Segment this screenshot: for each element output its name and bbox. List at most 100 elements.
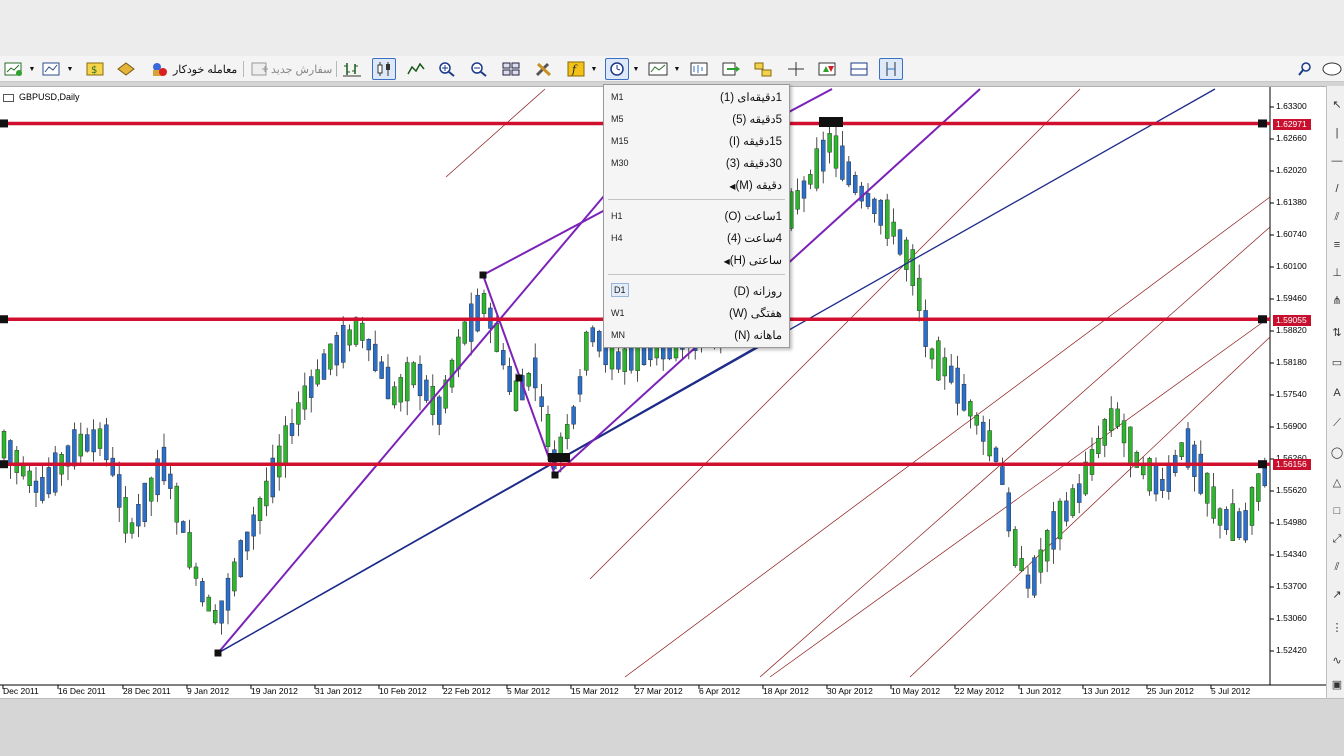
new-order-button[interactable]: سفارش جدید (268, 58, 335, 80)
text-icon[interactable]: A (1330, 386, 1344, 400)
chart-shift-icon[interactable] (687, 58, 711, 80)
bull-candle (481, 293, 487, 314)
time-tick-label: 19 Jan 2012 (251, 686, 298, 696)
equidistant-icon[interactable]: ⫽ (1330, 560, 1344, 574)
properties-icon[interactable] (532, 58, 556, 80)
auto-trading-icon[interactable] (147, 58, 171, 80)
buy-sell-icon[interactable] (815, 58, 839, 80)
bear-candle (437, 396, 442, 425)
wave-icon[interactable]: ∿ (1330, 654, 1344, 668)
menu-item-m30[interactable]: M30 30دقیقه (3) (605, 153, 788, 173)
label-icon[interactable]: ▣ (1330, 678, 1344, 692)
fibonacci-icon[interactable]: ≡ (1330, 238, 1344, 252)
price-tick-label: 1.58820 (1276, 325, 1307, 335)
pitchfork-icon[interactable]: ⋔ (1330, 294, 1344, 308)
bear-candle (1236, 511, 1242, 539)
menu-item-h1[interactable]: H1 1ساعت (O) (605, 206, 788, 226)
chevron-down-icon[interactable]: ▼ (672, 58, 682, 80)
bear-candle (1025, 574, 1031, 589)
chevron-down-icon[interactable]: ▼ (589, 58, 599, 80)
auto-trading-button[interactable]: معامله خودکار (170, 58, 240, 80)
autoscroll-icon[interactable] (719, 58, 743, 80)
bull-candle (206, 596, 212, 612)
triangle-icon[interactable]: △ (1330, 476, 1344, 490)
menu-item-m5[interactable]: M5 5دقیقه (5) (605, 109, 788, 129)
rectangle-icon[interactable]: ▭ (1330, 356, 1344, 370)
bear-candle (507, 365, 512, 393)
chat-icon[interactable] (1320, 58, 1344, 80)
channel-icon[interactable]: ⫽ (1330, 210, 1344, 224)
bear-candle (1064, 500, 1069, 522)
zoom-in-icon[interactable] (435, 58, 459, 80)
indicators-icon[interactable]: f (564, 58, 588, 80)
bull-candle (827, 133, 832, 153)
window-top-band (0, 0, 1344, 56)
regression-icon[interactable]: ⤢ (1330, 532, 1344, 546)
vertical-line-icon[interactable]: | (1330, 126, 1344, 140)
bear-candle (46, 467, 51, 495)
templates-icon[interactable] (646, 58, 670, 80)
bull-candle (328, 343, 333, 370)
menu-item-minutes-submenu[interactable]: دقیقه (M)◀ (605, 175, 788, 195)
period-separators-icon[interactable] (879, 58, 903, 80)
time-tick-label: 22 Feb 2012 (443, 686, 491, 696)
chevron-down-icon[interactable]: ▼ (631, 58, 641, 80)
menu-item-m1[interactable]: M1 1دقیقه‌ای (1) (605, 87, 788, 107)
line-anchor-handle (1258, 119, 1267, 128)
gann-icon[interactable]: ⊥ (1330, 266, 1344, 280)
arrow-icon[interactable]: ↗ (1330, 588, 1344, 602)
price-tick-label: 1.57540 (1276, 389, 1307, 399)
chevron-down-icon[interactable]: ▼ (65, 58, 75, 80)
navigator-icon[interactable] (114, 58, 138, 80)
bar-chart-icon[interactable] (340, 58, 364, 80)
crosshair-icon[interactable] (784, 58, 808, 80)
trendline-icon[interactable]: / (1330, 182, 1344, 196)
chevron-down-icon[interactable]: ▼ (27, 58, 37, 80)
bull-candle (353, 317, 359, 345)
time-tick-label: 10 May 2012 (891, 686, 941, 696)
search-icon[interactable] (1293, 58, 1317, 80)
menu-item-d1[interactable]: D1 روزانه (D) (605, 281, 788, 301)
candlestick-icon[interactable] (372, 58, 396, 80)
fibo-fan-icon[interactable]: ⟋ (1330, 416, 1344, 430)
time-tick-label: 22 May 2012 (955, 686, 1005, 696)
cursor-icon[interactable]: ↖ (1330, 98, 1344, 112)
price-tick-label: 1.62020 (1276, 165, 1307, 175)
line-chart-icon[interactable] (404, 58, 428, 80)
price-tick-label: 1.54980 (1276, 517, 1307, 527)
objects-icon[interactable] (751, 58, 775, 80)
bear-candle (1153, 465, 1159, 495)
arrows-icon[interactable]: ⇅ (1330, 326, 1344, 340)
bear-candle (1000, 466, 1005, 485)
menu-item-mn[interactable]: MN ماهانه (N) (605, 325, 788, 345)
tile-windows-icon[interactable] (499, 58, 523, 80)
horizontal-line-icon[interactable]: — (1330, 154, 1344, 168)
bear-candle (897, 229, 903, 255)
menu-separator (608, 199, 785, 200)
price-tick-label: 1.54340 (1276, 549, 1307, 559)
zoom-out-icon[interactable] (467, 58, 491, 80)
periods-icon[interactable] (605, 58, 629, 80)
bear-candle (142, 482, 148, 522)
menu-item-w1[interactable]: W1 هفتگی (W) (605, 303, 788, 323)
toolbar-separator (336, 61, 337, 77)
bear-candle (40, 477, 45, 501)
rectangle-filled-icon[interactable]: □ (1330, 504, 1344, 518)
new-chart-icon[interactable] (2, 58, 26, 80)
bear-candle (1185, 428, 1191, 468)
bear-candle (801, 180, 807, 199)
bear-candle (533, 357, 538, 389)
profiles-icon[interactable] (40, 58, 64, 80)
bull-candle (174, 485, 180, 523)
time-tick-label: 9 Jan 2012 (187, 686, 230, 696)
menu-item-hours-submenu[interactable]: ساعتی (H)◀ (605, 250, 788, 270)
menu-item-h4[interactable]: H4 4ساعت (4) (605, 228, 788, 248)
bear-candle (949, 365, 954, 383)
ellipse-icon[interactable]: ◯ (1330, 446, 1344, 460)
bull-candle (187, 532, 192, 568)
cycle-lines-icon[interactable]: ⋮ (1330, 621, 1344, 635)
menu-item-m15[interactable]: M15 15دقیقه (I) (605, 131, 788, 151)
window-layout-icon[interactable] (847, 58, 871, 80)
market-watch-icon[interactable]: $ (83, 58, 107, 80)
bear-candle (1076, 483, 1082, 503)
